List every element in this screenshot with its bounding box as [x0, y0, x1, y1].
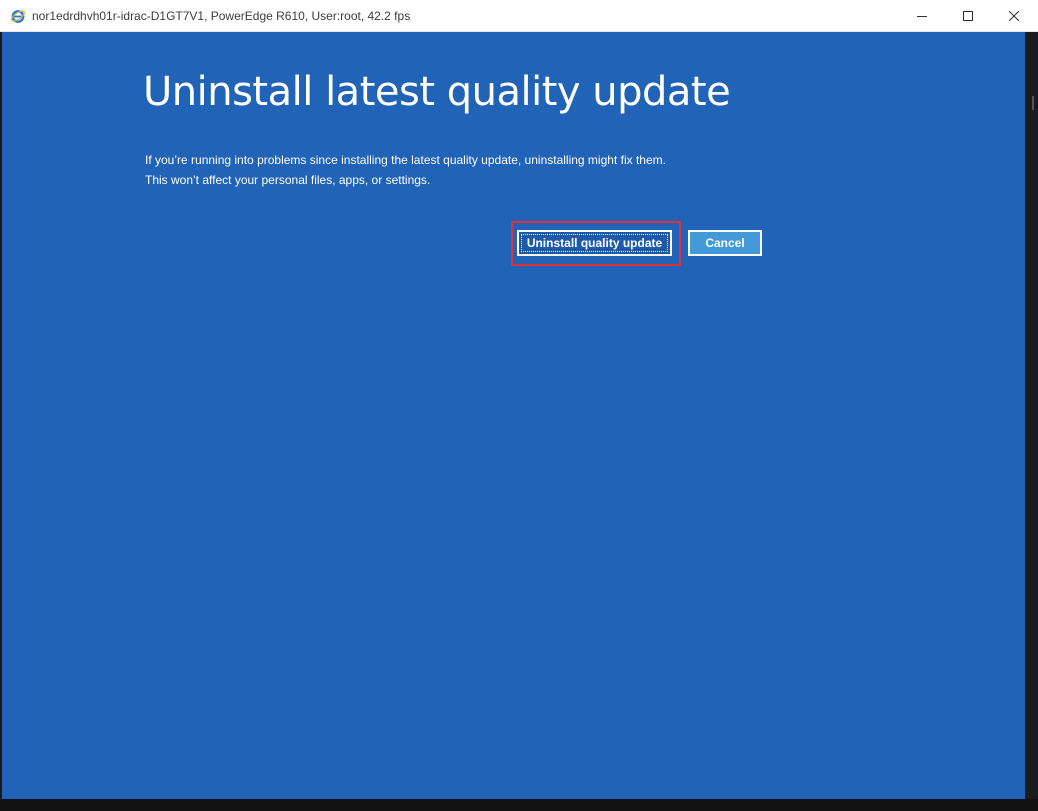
minimize-icon [917, 11, 927, 21]
frame-border-right [1025, 32, 1038, 811]
remote-console-window: nor1edrdhvh01r-idrac-D1GT7V1, PowerEdge … [0, 0, 1038, 811]
maximize-button[interactable] [945, 0, 991, 32]
description-line-2: This won’t affect your personal files, a… [145, 173, 431, 187]
uninstall-quality-update-button[interactable]: Uninstall quality update [517, 230, 672, 256]
frame-marker [1032, 96, 1034, 110]
cancel-button[interactable]: Cancel [688, 230, 762, 256]
title-bar[interactable]: nor1edrdhvh01r-idrac-D1GT7V1, PowerEdge … [0, 0, 1038, 32]
close-icon [1009, 11, 1019, 21]
internet-explorer-icon [10, 8, 26, 24]
minimize-button[interactable] [899, 0, 945, 32]
page-title: Uninstall latest quality update [143, 69, 731, 115]
frame-border-bottom [0, 799, 1038, 811]
description-line-1: If you’re running into problems since in… [145, 153, 666, 167]
remote-screen: Uninstall latest quality update If you’r… [2, 32, 1025, 799]
close-button[interactable] [991, 0, 1037, 32]
window-title: nor1edrdhvh01r-idrac-D1GT7V1, PowerEdge … [32, 9, 411, 23]
maximize-icon [963, 11, 973, 21]
